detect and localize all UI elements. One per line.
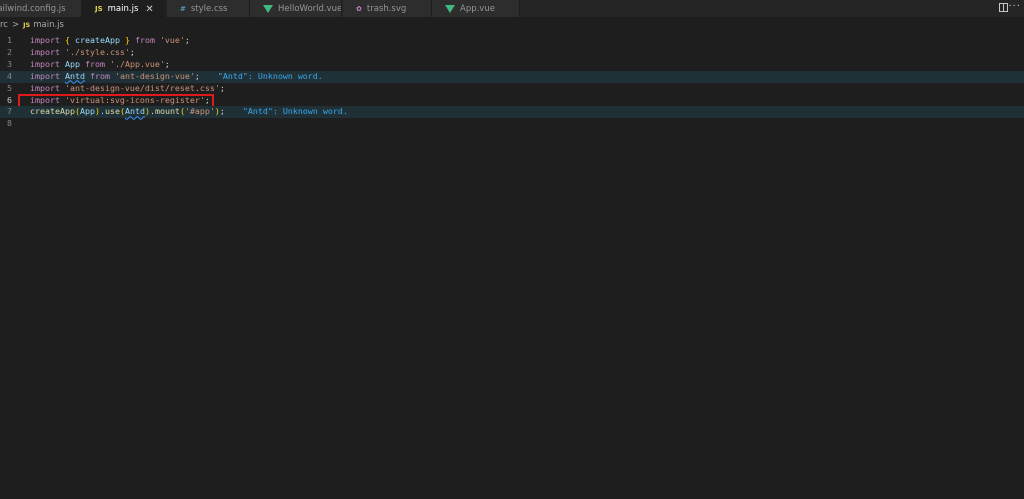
tab-helloworld-vue[interactable]: HelloWorld.vue	[250, 0, 342, 17]
code-token: import	[30, 70, 60, 81]
code-token: 'vue'	[159, 35, 185, 45]
code-token: 'ant-design-vue/dist/reset.css'	[64, 82, 220, 93]
code-text: import Antd from 'ant-design-vue'; "Antd"…	[30, 71, 323, 83]
code-line[interactable]: 3 import App from './App.vue';	[0, 59, 1024, 71]
svg-file-icon: ✿	[356, 4, 362, 13]
breadcrumb-folder[interactable]: rc	[0, 20, 8, 30]
line-number: 2	[7, 46, 12, 57]
line-number: 4	[7, 70, 12, 81]
code-token: App	[79, 106, 95, 117]
line-number: 3	[7, 58, 12, 69]
breadcrumb-file[interactable]: main.js	[33, 20, 64, 30]
code-token: from	[134, 35, 155, 45]
code-line[interactable]: 2 import './style.css';	[0, 47, 1024, 59]
code-token: Antd	[124, 106, 145, 117]
tab-label: tailwind.config.js	[0, 3, 66, 14]
code-token: from	[84, 58, 105, 69]
code-token: createApp	[74, 35, 120, 45]
code-editor[interactable]: 1 import { createApp } from 'vue'; 2 import…	[0, 33, 1024, 499]
code-token: use	[104, 106, 120, 117]
code-token: ;	[204, 94, 210, 105]
inline-diagnostic: "Antd": Unknown word.	[217, 70, 323, 81]
code-token: ;	[219, 82, 225, 93]
code-token: ;	[184, 35, 190, 45]
code-line[interactable]: 6 import 'virtual:svg-icons-register';	[0, 95, 1024, 107]
code-text: import 'ant-design-vue/dist/reset.css';	[30, 83, 225, 95]
code-text: import 'virtual:svg-icons-register';	[30, 95, 210, 107]
css-file-icon: #	[180, 4, 186, 13]
code-line[interactable]: 7 createApp(App).use(Antd).mount('#app');…	[0, 106, 1024, 119]
line-number: 6	[7, 94, 12, 105]
tab-main-js[interactable]: JS main.js ✕	[82, 0, 166, 17]
tab-tailwind-config-js[interactable]: tailwind.config.js	[0, 0, 82, 17]
code-token: Antd	[64, 70, 85, 81]
line-number: 7	[7, 106, 12, 117]
tab-label: main.js	[107, 4, 139, 14]
code-token: App	[64, 58, 80, 69]
tab-bar: tailwind.config.js JS main.js ✕ # style.css He…	[0, 0, 1024, 17]
breadcrumb: rc > JS main.js	[0, 18, 68, 32]
line-number: 8	[7, 118, 12, 129]
code-token: './App.vue'	[109, 58, 165, 69]
code-token: import	[30, 82, 60, 93]
tab-trash-svg[interactable]: ✿ trash.svg	[343, 0, 432, 17]
line-number: 5	[7, 82, 12, 93]
code-line[interactable]: 1 import { createApp } from 'vue';	[0, 35, 1024, 47]
code-token: ;	[219, 106, 225, 117]
code-token: 'ant-design-vue'	[114, 70, 195, 81]
code-token: mount	[154, 106, 180, 117]
chevron-right-icon: >	[11, 20, 20, 30]
code-text: import App from './App.vue';	[30, 59, 170, 71]
code-token: './style.css'	[64, 46, 130, 57]
js-file-icon: JS	[23, 21, 31, 29]
code-token: createApp	[30, 106, 75, 117]
tab-label: App.vue	[460, 3, 495, 14]
code-line[interactable]: 5 import 'ant-design-vue/dist/reset.css';	[0, 83, 1024, 95]
tab-app-vue[interactable]: App.vue	[432, 0, 520, 17]
tab-label: trash.svg	[366, 3, 407, 14]
code-token: import	[30, 58, 60, 69]
code-token: ;	[129, 46, 135, 57]
code-token: ;	[164, 58, 170, 69]
line-number: 1	[7, 35, 12, 45]
code-token: '#app'	[184, 106, 215, 117]
code-line[interactable]: 4 import Antd from 'ant-design-vue'; "Antd…	[0, 70, 1024, 83]
tab-label: style.css	[190, 3, 228, 14]
vue-file-icon	[263, 4, 273, 13]
code-token: import	[30, 35, 60, 45]
code-token: 'virtual:svg-icons-register'	[64, 94, 205, 105]
code-token: ;	[194, 70, 200, 81]
code-text: createApp(App).use(Antd).mount('#app'); "…	[30, 106, 348, 118]
close-icon[interactable]: ✕	[145, 4, 153, 15]
code-token: import	[30, 94, 60, 105]
code-text: import './style.css';	[30, 47, 135, 59]
js-file-icon: JS	[95, 5, 103, 13]
code-text: import { createApp } from 'vue';	[30, 35, 190, 47]
split-editor-icon[interactable]	[999, 3, 1008, 12]
vue-file-icon	[445, 4, 455, 13]
inline-diagnostic: "Antd": Unknown word.	[242, 106, 348, 117]
more-actions-icon[interactable]: ···	[1008, 1, 1021, 12]
code-line[interactable]: 8	[0, 118, 1024, 130]
tab-style-css[interactable]: # style.css	[167, 0, 250, 17]
code-token: from	[89, 70, 110, 81]
code-token: import	[30, 46, 60, 57]
tab-label: HelloWorld.vue	[278, 3, 342, 14]
